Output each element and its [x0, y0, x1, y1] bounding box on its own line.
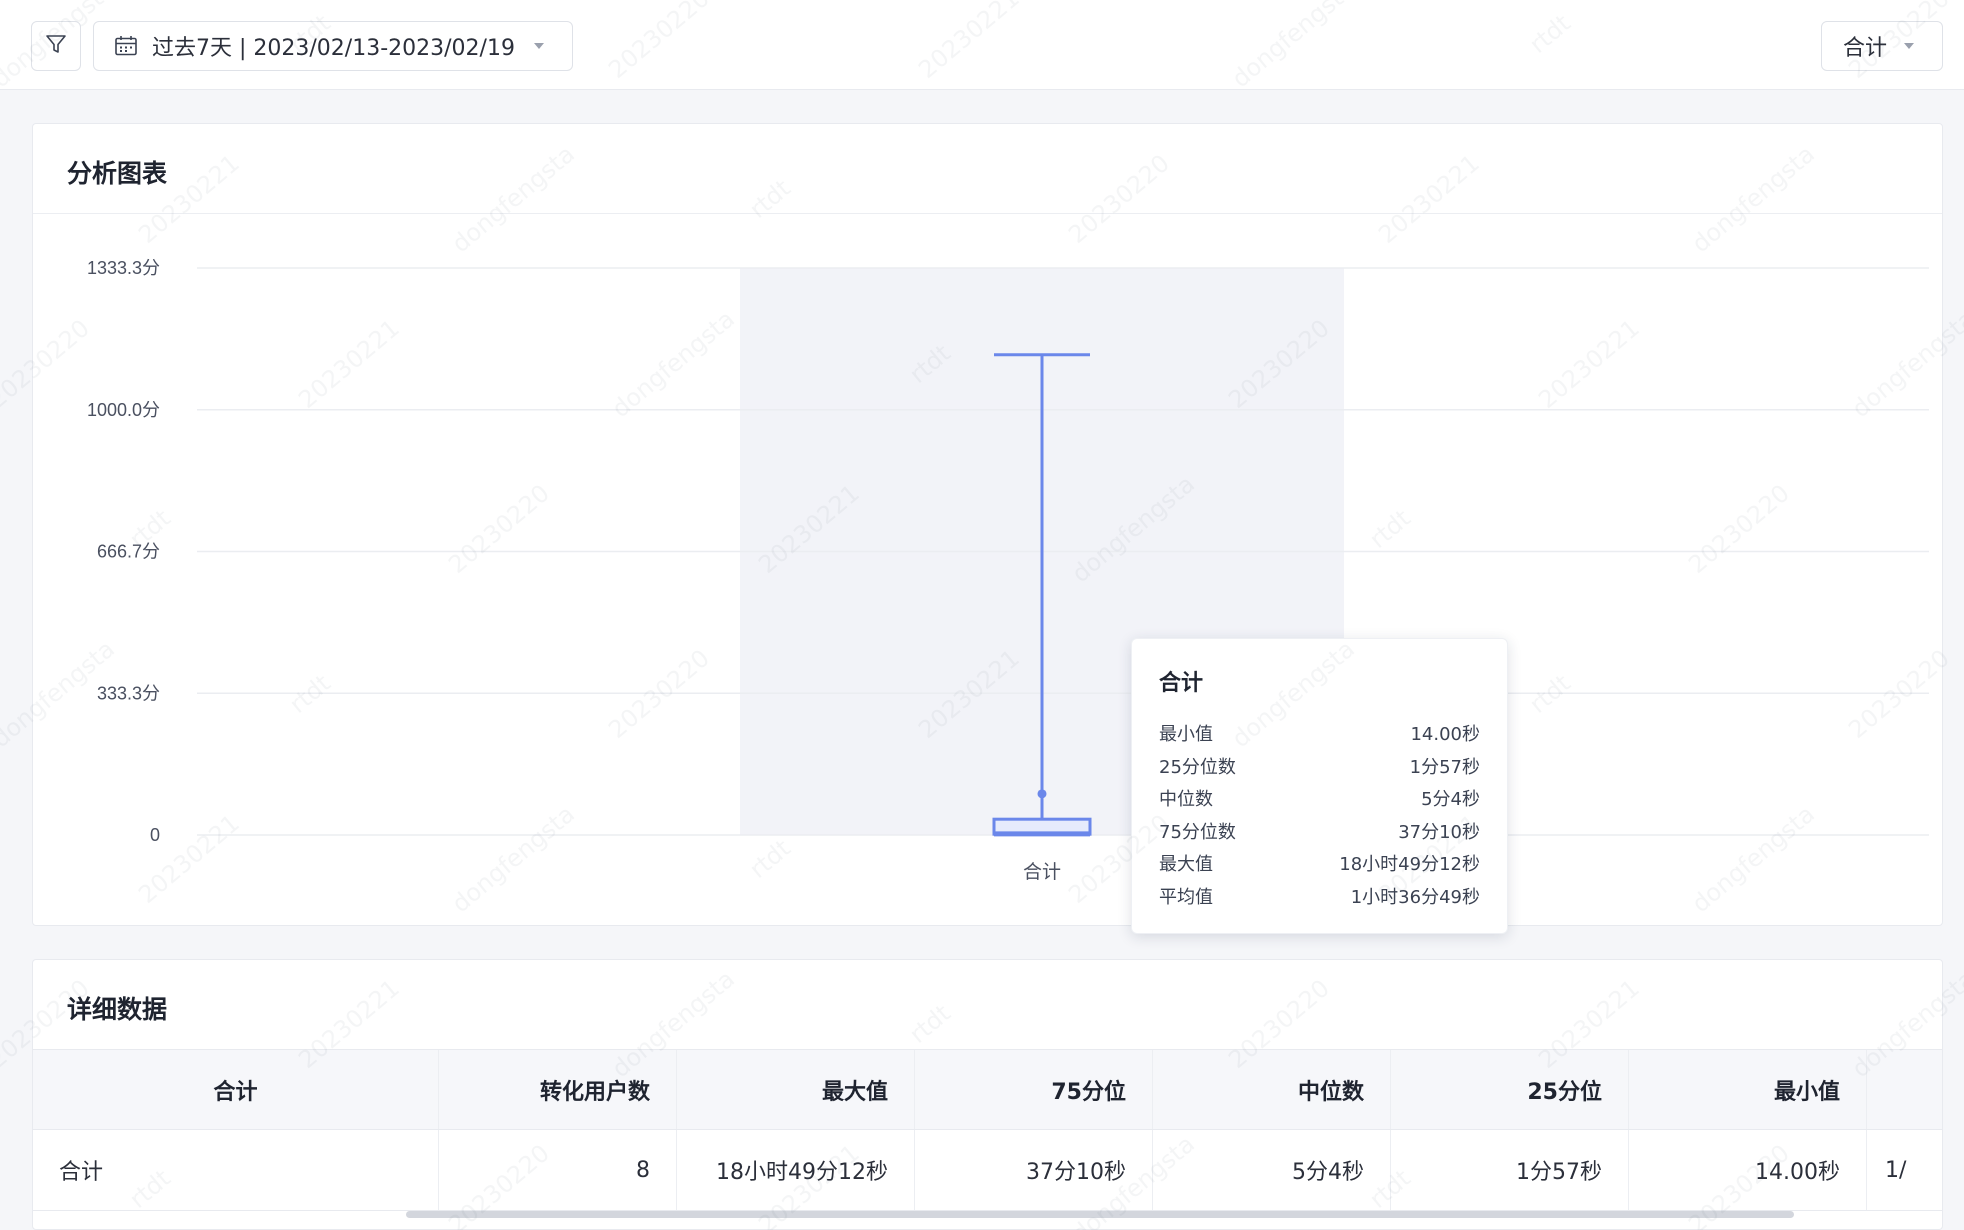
table-cell: 37分10秒 [915, 1130, 1153, 1210]
tooltip-row-value: 37分10秒 [1398, 821, 1480, 843]
y-tick-label: 333.3分 [97, 683, 160, 703]
table-header-cell[interactable]: 25分位 [1391, 1050, 1629, 1129]
y-tick-label: 1333.3分 [87, 258, 160, 278]
table-cell: 8 [439, 1130, 677, 1210]
tooltip-row: 25分位数 1分57秒 [1159, 752, 1480, 785]
table-header-cell[interactable]: 合计 [33, 1050, 439, 1129]
date-range-label: 过去7天 | 2023/02/13-2023/02/19 [152, 36, 515, 61]
tooltip-row: 平均值 1小时36分49秒 [1159, 882, 1480, 915]
aggregate-select-value: 合计 [1843, 36, 1888, 61]
tooltip-row: 中位数 5分4秒 [1159, 784, 1480, 817]
calendar-icon [114, 35, 138, 57]
tooltip-row: 75分位数 37分10秒 [1159, 817, 1480, 850]
table-cell: 1分57秒 [1391, 1130, 1629, 1210]
chevron-down-icon [1903, 42, 1915, 50]
table-cell: 14.00秒 [1629, 1130, 1867, 1210]
aggregate-select[interactable]: 合计 [1821, 21, 1943, 71]
filter-button[interactable] [31, 21, 81, 71]
tooltip-row-label: 最小值 [1159, 724, 1213, 745]
date-range-picker[interactable]: 过去7天 | 2023/02/13-2023/02/19 [93, 21, 573, 71]
tooltip-row: 最小值 14.00秒 [1159, 719, 1480, 752]
y-tick-label: 0 [150, 825, 160, 845]
table-header-cell[interactable]: 中位数 [1153, 1050, 1391, 1129]
table-header: 合计 转化用户数 最大值 75分位 中位数 25分位 最小值 [33, 1049, 1942, 1130]
tooltip-row-label: 75分位数 [1159, 821, 1236, 843]
tooltip-row: 最大值 18小时49分12秒 [1159, 849, 1480, 882]
tooltip-row-label: 中位数 [1159, 789, 1213, 810]
y-tick-label: 666.7分 [97, 542, 160, 562]
y-tick-label: 1000.0分 [87, 400, 160, 420]
tooltip-row-value: 5分4秒 [1421, 789, 1480, 810]
tooltip-row-value: 1分57秒 [1409, 756, 1480, 778]
table-cell: 18小时49分12秒 [677, 1130, 915, 1210]
table-horizontal-scrollbar[interactable] [406, 1211, 1794, 1218]
table-cell: 合计 [33, 1130, 439, 1210]
x-category-label: 合计 [1023, 861, 1061, 883]
chart-tooltip: 合计 最小值 14.00秒 25分位数 1分57秒中位数 5分4秒 75分位数 37分10秒… [1131, 638, 1508, 934]
table-cell: 5分4秒 [1153, 1130, 1391, 1210]
tooltip-row-label: 最大值 [1159, 854, 1213, 875]
detail-data-card: 详细数据 合计 转化用户数 最大值 75分位 中位数 25分位 最小值 合计 8 18小时49分… [32, 959, 1943, 1230]
boxplot-chart[interactable]: 0 333.3分 666.7分 1000.0分 1333.3分合计 [33, 124, 1944, 927]
mean-point [1037, 789, 1047, 799]
table-header-cell[interactable]: 最大值 [677, 1050, 915, 1129]
tooltip-row-value: 14.00秒 [1410, 724, 1480, 745]
table-cell: 1/ [1885, 1157, 1907, 1183]
filter-icon [44, 32, 68, 60]
tooltip-row-label: 平均值 [1159, 886, 1213, 908]
table-header-cell[interactable] [1867, 1050, 1939, 1129]
tooltip-row-value: 1小时36分49秒 [1350, 886, 1480, 908]
tooltip-row-label: 25分位数 [1159, 756, 1236, 778]
detail-table: 合计 转化用户数 最大值 75分位 中位数 25分位 最小值 合计 8 18小时49分12秒 37… [33, 1049, 1942, 1211]
detail-card-title: 详细数据 [67, 995, 168, 1024]
top-toolbar: 过去7天 | 2023/02/13-2023/02/19 合计 [0, 0, 1964, 90]
table-row: 合计 8 18小时49分12秒 37分10秒 5分4秒 1分57秒 14.00秒 1/ [33, 1130, 1942, 1211]
table-header-cell[interactable]: 转化用户数 [439, 1050, 677, 1129]
analysis-chart-card: 分析图表 0 333.3分 666.7分 1000.0分 1333.3分 合计 合计 最小… [32, 123, 1944, 934]
table-header-cell[interactable]: 最小值 [1629, 1050, 1867, 1129]
tooltip-title: 合计 [1159, 671, 1204, 696]
tooltip-row-value: 18小时49分12秒 [1339, 854, 1480, 875]
chevron-down-icon [533, 42, 545, 50]
table-header-cell[interactable]: 75分位 [915, 1050, 1153, 1129]
